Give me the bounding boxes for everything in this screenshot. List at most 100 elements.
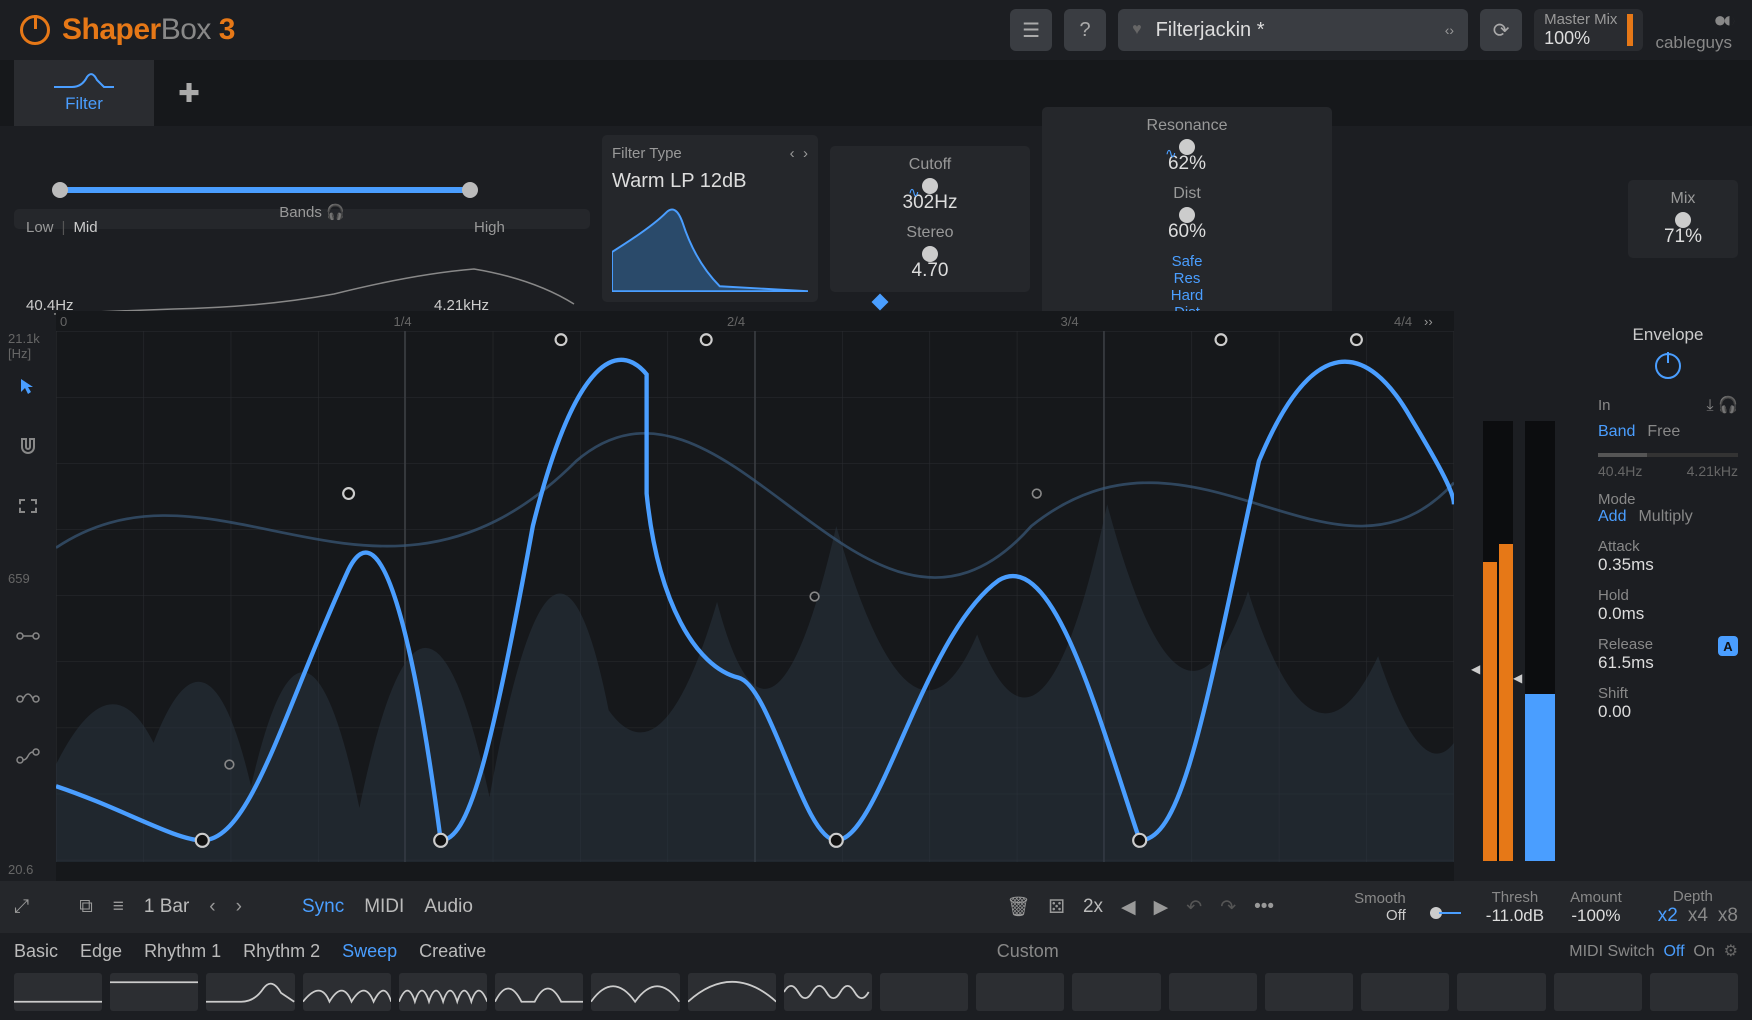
- depth-x8-button[interactable]: x8: [1718, 905, 1738, 926]
- bands-panel[interactable]: Low|Mid High 40.4Hz 4.21kHz Bands 🎧: [14, 209, 590, 229]
- filter-type-name: Warm LP 12dB: [612, 170, 808, 193]
- resonance-slider[interactable]: Resonance ∿ 62%: [1147, 117, 1228, 175]
- redo-icon[interactable]: ↷: [1220, 896, 1236, 919]
- cat-creative[interactable]: Creative: [419, 941, 486, 962]
- length-selector[interactable]: 1 Bar: [144, 896, 189, 918]
- lfo-icon[interactable]: ∿: [1165, 145, 1177, 162]
- depth-x4-button[interactable]: x4: [1688, 905, 1708, 926]
- env-band-button[interactable]: Band: [1598, 423, 1635, 441]
- preset-thumb[interactable]: [303, 973, 391, 1011]
- s-curve-point-icon[interactable]: [13, 741, 43, 771]
- midi-switch-on[interactable]: On: [1693, 943, 1714, 960]
- preset-thumb[interactable]: [591, 973, 679, 1011]
- refresh-icon[interactable]: ⟳: [1480, 9, 1522, 51]
- cat-sweep[interactable]: Sweep: [342, 941, 397, 962]
- pointer-tool-icon[interactable]: [13, 371, 43, 401]
- cat-basic[interactable]: Basic: [14, 941, 58, 962]
- preset-thumb[interactable]: [688, 973, 776, 1011]
- filter-type-panel[interactable]: Filter Type‹ › Warm LP 12dB: [602, 135, 818, 301]
- preset-selector[interactable]: ♥ Filterjackin * ‹›: [1118, 9, 1468, 51]
- mode-multiply-button[interactable]: Multiply: [1638, 508, 1692, 525]
- menu-icon[interactable]: ☰: [1010, 9, 1052, 51]
- mix-slider[interactable]: Mix 71%: [1628, 180, 1738, 258]
- level-meters: ◀ ◀: [1454, 311, 1584, 881]
- lfo-editor[interactable]: 21.1k[Hz] 659 20.6 0 1/4 2/4 3/4 4/4 ››: [56, 311, 1454, 881]
- envelope-power-icon[interactable]: [1655, 353, 1681, 379]
- preset-thumb[interactable]: [976, 973, 1064, 1011]
- auto-badge[interactable]: A: [1718, 636, 1738, 656]
- tab-filter[interactable]: Filter: [14, 60, 154, 126]
- trash-icon[interactable]: 🗑: [1006, 895, 1030, 919]
- play-fwd-icon[interactable]: ▶: [1154, 896, 1169, 919]
- play-back-icon[interactable]: ◀: [1121, 896, 1136, 919]
- cat-custom[interactable]: Custom: [997, 941, 1059, 962]
- ft-next-icon[interactable]: ›: [803, 145, 808, 162]
- preset-thumb[interactable]: [110, 973, 198, 1011]
- preset-name: Filterjackin *: [1156, 19, 1431, 42]
- depth-x2-button[interactable]: x2: [1658, 905, 1678, 926]
- amount-value[interactable]: -100%: [1570, 906, 1622, 926]
- cat-rhythm1[interactable]: Rhythm 1: [144, 941, 221, 962]
- more-icon[interactable]: •••: [1254, 896, 1274, 918]
- cutoff-slider[interactable]: Cutoff ∿ 302Hz: [890, 156, 970, 214]
- env-free-button[interactable]: Free: [1647, 423, 1680, 441]
- add-tab-button[interactable]: ✚: [154, 78, 224, 109]
- smooth-knob[interactable]: [1426, 887, 1466, 927]
- link-icon[interactable]: ⧉: [79, 896, 93, 918]
- release-value[interactable]: 61.5ms: [1598, 653, 1738, 673]
- preset-thumb[interactable]: [1457, 973, 1545, 1011]
- preset-next-icon[interactable]: ›: [1449, 22, 1454, 38]
- master-mix[interactable]: Master Mix 100%: [1534, 9, 1643, 51]
- preset-thumb[interactable]: [206, 973, 294, 1011]
- x2-button[interactable]: 2x: [1083, 896, 1103, 918]
- dist-slider[interactable]: Dist 60%: [1147, 185, 1227, 243]
- hold-value[interactable]: 0.0ms: [1598, 604, 1738, 624]
- band-range-slider[interactable]: [60, 187, 470, 193]
- midi-button[interactable]: MIDI: [364, 896, 404, 918]
- headphones-icon[interactable]: 🎧: [326, 204, 345, 221]
- power-icon[interactable]: [20, 15, 50, 45]
- midi-switch-off[interactable]: Off: [1663, 943, 1684, 960]
- preset-thumb[interactable]: [1072, 973, 1160, 1011]
- preset-thumb[interactable]: [1265, 973, 1353, 1011]
- undo-icon[interactable]: ↶: [1186, 896, 1202, 919]
- preset-thumb[interactable]: [880, 973, 968, 1011]
- line-point-icon[interactable]: [13, 621, 43, 651]
- length-next-icon[interactable]: ›: [236, 896, 242, 918]
- sync-button[interactable]: Sync: [302, 896, 344, 918]
- mode-add-button[interactable]: Add: [1598, 508, 1626, 525]
- lfo-icon[interactable]: ∿: [908, 184, 920, 201]
- fullscreen-icon[interactable]: ⤢: [14, 896, 29, 918]
- select-tool-icon[interactable]: [13, 491, 43, 521]
- attack-value[interactable]: 0.35ms: [1598, 555, 1738, 575]
- preset-thumb[interactable]: [784, 973, 872, 1011]
- heart-icon[interactable]: ♥: [1132, 21, 1142, 39]
- expand-icon[interactable]: ››: [1424, 314, 1454, 329]
- safe-res-toggle[interactable]: Safe Res: [1152, 253, 1222, 287]
- list-icon[interactable]: ≡: [113, 896, 124, 918]
- headphones-icon[interactable]: 🎧: [1718, 397, 1738, 414]
- curve-point-icon[interactable]: [13, 681, 43, 711]
- gear-icon[interactable]: ⚙: [1724, 943, 1738, 960]
- stereo-slider[interactable]: Stereo 4.70: [890, 224, 970, 282]
- preset-thumb[interactable]: [399, 973, 487, 1011]
- cat-rhythm2[interactable]: Rhythm 2: [243, 941, 320, 962]
- preset-thumb[interactable]: [1554, 973, 1642, 1011]
- preset-thumb[interactable]: [1169, 973, 1257, 1011]
- thresh-value[interactable]: -11.0dB: [1486, 906, 1544, 926]
- sidechain-icon[interactable]: ⤓: [1707, 397, 1714, 414]
- length-prev-icon[interactable]: ‹: [209, 896, 215, 918]
- ft-prev-icon[interactable]: ‹: [790, 145, 795, 162]
- audio-button[interactable]: Audio: [424, 896, 473, 918]
- smooth-control[interactable]: Smooth Off: [1354, 890, 1406, 924]
- preset-thumb[interactable]: [495, 973, 583, 1011]
- preset-thumb[interactable]: [1361, 973, 1449, 1011]
- preset-thumb[interactable]: [1650, 973, 1738, 1011]
- dice-icon[interactable]: ⚄: [1048, 896, 1065, 919]
- preset-thumb[interactable]: [14, 973, 102, 1011]
- app-logo: ShaperBox 3: [62, 13, 235, 47]
- shift-value[interactable]: 0.00: [1598, 702, 1738, 722]
- cat-edge[interactable]: Edge: [80, 941, 122, 962]
- help-icon[interactable]: ?: [1064, 9, 1106, 51]
- magnet-tool-icon[interactable]: [13, 431, 43, 461]
